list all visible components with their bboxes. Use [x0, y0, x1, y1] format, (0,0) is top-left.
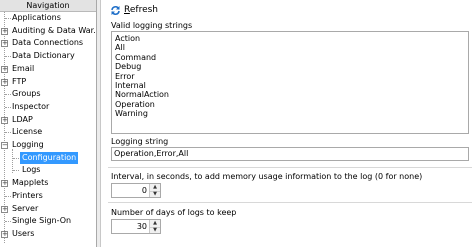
days-value: 30: [136, 222, 147, 231]
days-caption: Number of days of logs to keep: [111, 208, 237, 217]
spin-down-icon[interactable]: ▼: [150, 226, 160, 233]
valid-strings-list[interactable]: Action All Command Debug Error Internal …: [111, 31, 469, 134]
expand-icon[interactable]: +: [1, 27, 8, 35]
list-item[interactable]: Debug: [115, 62, 465, 71]
configuration-panel: Refresh Valid logging strings Action All…: [102, 0, 474, 247]
tree-item-configuration[interactable]: Configuration: [0, 151, 96, 165]
expand-icon[interactable]: +: [1, 180, 8, 188]
list-item[interactable]: Error: [115, 72, 465, 81]
tree-item-groups[interactable]: Groups: [0, 88, 96, 101]
collapse-icon[interactable]: −: [1, 142, 8, 149]
tree-item-inspector[interactable]: Inspector: [0, 101, 96, 114]
navigation-tree: Applications + Auditing & Data War... + …: [0, 12, 96, 247]
tree-item-ftp[interactable]: + FTP: [0, 76, 96, 89]
logging-string-caption: Logging string: [111, 137, 169, 146]
expand-icon[interactable]: +: [1, 40, 8, 48]
divider: [108, 202, 472, 203]
tree-item-data-connections[interactable]: + Data Connections: [0, 37, 96, 50]
tree-item-logs[interactable]: Logs: [0, 164, 96, 177]
tree-item-applications[interactable]: Applications: [0, 12, 96, 25]
list-item[interactable]: Operation: [115, 100, 465, 109]
divider: [108, 167, 472, 168]
interval-value: 0: [141, 186, 147, 195]
navigation-header: Navigation: [0, 0, 96, 12]
interval-caption: Interval, in seconds, to add memory usag…: [111, 172, 423, 181]
tree-item-printers[interactable]: Printers: [0, 190, 96, 203]
refresh-label: Refresh: [124, 5, 158, 15]
tree-item-single-sign-on[interactable]: Single Sign-On: [0, 215, 96, 228]
expand-icon[interactable]: +: [1, 230, 8, 238]
tree-item-users[interactable]: + Users: [0, 228, 96, 241]
tree-item-email[interactable]: + Email: [0, 63, 96, 76]
list-item[interactable]: All: [115, 43, 465, 52]
expand-icon[interactable]: +: [1, 116, 8, 124]
spin-down-icon[interactable]: ▼: [150, 190, 160, 197]
list-item[interactable]: Action: [115, 34, 465, 43]
tree-item-license[interactable]: License: [0, 126, 96, 139]
expand-icon[interactable]: +: [1, 205, 8, 213]
list-item[interactable]: Internal: [115, 81, 465, 90]
tree-item-data-dictionary[interactable]: Data Dictionary: [0, 50, 96, 63]
tree-item-auditing[interactable]: + Auditing & Data War...: [0, 25, 96, 38]
navigation-panel: Navigation Applications + Auditing & Dat…: [0, 0, 97, 247]
list-item[interactable]: NormalAction: [115, 90, 465, 99]
tree-item-logging[interactable]: − Logging: [0, 139, 96, 152]
expand-icon[interactable]: +: [1, 65, 8, 73]
days-spinner[interactable]: 30 ▲ ▼: [111, 219, 161, 234]
list-item[interactable]: Command: [115, 53, 465, 62]
expand-icon[interactable]: +: [1, 78, 8, 86]
refresh-icon: [111, 5, 120, 15]
tree-item-server[interactable]: + Server: [0, 203, 96, 216]
logging-string-input[interactable]: Operation,Error,All: [111, 147, 469, 161]
panel-splitter[interactable]: [97, 0, 101, 247]
tree-item-ldap[interactable]: + LDAP: [0, 114, 96, 127]
interval-spinner[interactable]: 0 ▲ ▼: [111, 183, 161, 198]
list-item[interactable]: Warning: [115, 109, 465, 118]
valid-strings-caption: Valid logging strings: [111, 21, 193, 30]
refresh-button[interactable]: Refresh: [110, 3, 158, 17]
tree-item-mapplets[interactable]: + Mapplets: [0, 177, 96, 190]
